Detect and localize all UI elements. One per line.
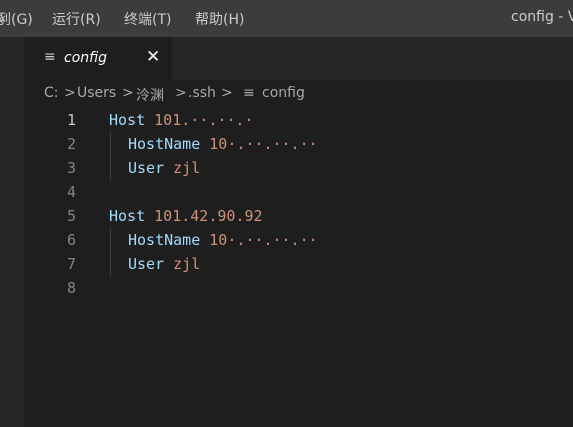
line-number: 7 xyxy=(66,255,76,273)
code-text: User zjl xyxy=(128,159,200,177)
chevron-right-icon: > xyxy=(122,85,134,101)
lines-file-icon: ≡ xyxy=(243,85,255,101)
line-number: 4 xyxy=(66,183,76,201)
code-value: 10·.··.··.·· xyxy=(209,231,318,249)
code-line[interactable]: 6 HostName 10·.··.··.·· xyxy=(24,228,573,252)
code-text: User zjl xyxy=(128,255,200,273)
code-keyword: HostName xyxy=(128,231,201,249)
code-keyword: HostName xyxy=(128,135,201,153)
line-number: 8 xyxy=(66,279,76,297)
code-value: 101.42.90.92 xyxy=(154,207,263,225)
menu-terminal[interactable]: 终端(T) xyxy=(124,9,171,29)
code-text: HostName 10·.··.··.·· xyxy=(128,231,318,249)
code-value: 10·.··.··.·· xyxy=(209,135,318,153)
code-line[interactable]: 1 Host 101.··.··.· xyxy=(24,108,573,132)
code-line[interactable]: 4 xyxy=(24,180,573,204)
code-text: HostName 10·.··.··.·· xyxy=(128,135,318,153)
code-line[interactable]: 7 User zjl xyxy=(24,252,573,276)
line-number: 5 xyxy=(66,207,76,225)
code-line[interactable]: 8 xyxy=(24,276,573,300)
menu-bar: 剢(G) 运行(R) 终端(T) 帮助(H) config - V xyxy=(0,0,573,37)
breadcrumb-item-users[interactable]: Users xyxy=(77,85,116,101)
menu-go[interactable]: 剢(G) xyxy=(0,9,33,29)
menu-run[interactable]: 运行(R) xyxy=(52,9,101,29)
code-line[interactable]: 3 User zjl xyxy=(24,156,573,180)
code-value: 101.··.··.· xyxy=(154,111,254,129)
code-line[interactable]: 5 Host 101.42.90.92 xyxy=(24,204,573,228)
code-value: zjl xyxy=(173,159,201,177)
line-number: 6 xyxy=(66,231,76,249)
breadcrumb: C: > Users > 泠渊 > .ssh > ≡ config xyxy=(24,80,573,108)
code-text: Host 101.··.··.· xyxy=(109,111,254,129)
line-number: 2 xyxy=(66,135,76,153)
code-keyword: Host xyxy=(109,111,146,129)
chevron-right-icon: > xyxy=(221,85,233,101)
code-keyword: User xyxy=(128,255,165,273)
code-keyword: User xyxy=(128,159,165,177)
line-number: 1 xyxy=(66,111,76,129)
chevron-right-icon: > xyxy=(64,85,76,101)
close-icon[interactable]: ✕ xyxy=(146,47,160,67)
lines-file-icon: ≡ xyxy=(44,49,56,65)
code-value: zjl xyxy=(173,255,201,273)
chevron-right-icon: > xyxy=(175,85,187,101)
tab-label: config xyxy=(64,50,108,66)
code-line[interactable]: 2 HostName 10·.··.··.·· xyxy=(24,132,573,156)
code-text: Host 101.42.90.92 xyxy=(109,207,263,225)
menu-help[interactable]: 帮助(H) xyxy=(195,9,244,29)
breadcrumb-item-ssh[interactable]: .ssh xyxy=(188,85,216,101)
activity-bar xyxy=(0,37,24,427)
line-number: 3 xyxy=(66,159,76,177)
breadcrumb-item-user-folder[interactable]: 泠渊 xyxy=(136,85,164,105)
code-keyword: Host xyxy=(109,207,146,225)
breadcrumb-item-config[interactable]: config xyxy=(262,85,305,101)
breadcrumb-item-drive[interactable]: C: xyxy=(44,85,59,101)
tab-config[interactable]: ≡ config ✕ xyxy=(24,37,172,80)
code-editor[interactable]: 1 Host 101.··.··.· 2 HostName 10·.··.··.… xyxy=(24,108,573,427)
window-title: config - V xyxy=(511,9,573,25)
